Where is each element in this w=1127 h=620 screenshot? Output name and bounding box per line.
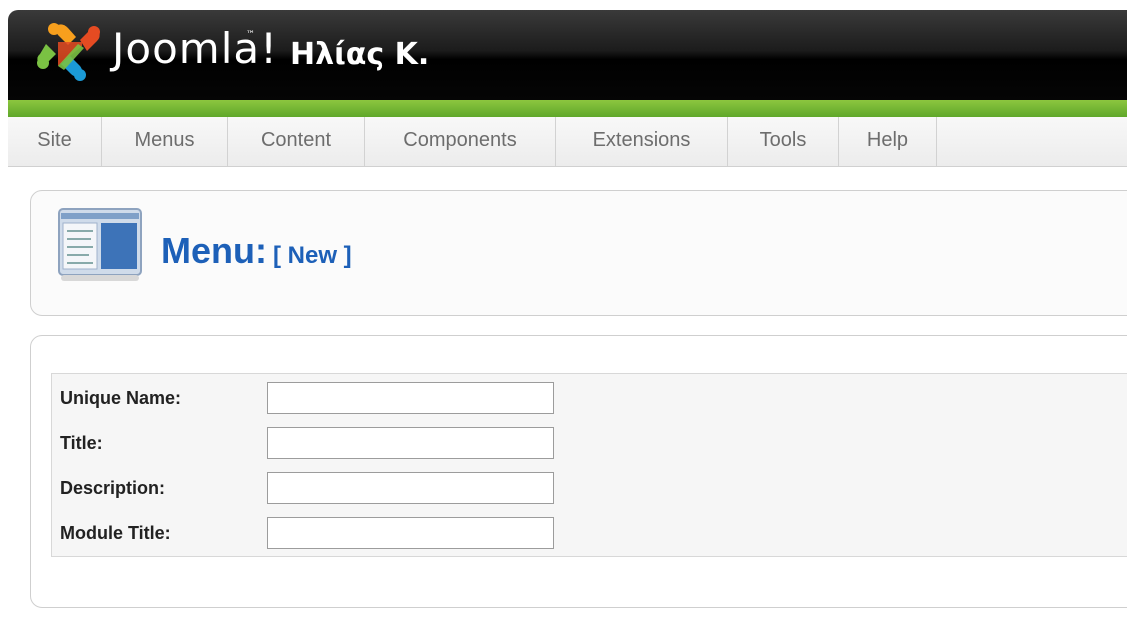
menu-components[interactable]: Components (365, 117, 556, 166)
title-label: Title: (60, 433, 103, 453)
form-row-module-title: Module Title: (52, 515, 1127, 551)
admin-header: Joomla! ™ Ηλίας Κ. (8, 10, 1127, 100)
toolbar-panel: Menu:[ New ] (30, 190, 1127, 316)
description-input[interactable] (267, 472, 554, 504)
main-menubar: Site Menus Content Components Extensions… (8, 117, 1127, 167)
joomla-logo-icon (37, 23, 100, 81)
module-title-label: Module Title: (60, 523, 171, 543)
unique-name-input[interactable] (267, 382, 554, 414)
content-panel: Unique Name: Title: Description: Module … (30, 335, 1127, 608)
menu-tools[interactable]: Tools (728, 117, 839, 166)
menu-site[interactable]: Site (8, 117, 102, 166)
menu-extensions[interactable]: Extensions (556, 117, 728, 166)
module-title-input[interactable] (267, 517, 554, 549)
menu-help[interactable]: Help (839, 117, 937, 166)
header-accent-bar (8, 100, 1127, 117)
menu-manager-icon (58, 208, 142, 281)
page-title: Menu:[ New ] (161, 229, 352, 278)
title-input[interactable] (267, 427, 554, 459)
unique-name-label: Unique Name: (60, 388, 182, 408)
page-title-subtitle: [ New ] (272, 242, 352, 269)
form-row-title: Title: (52, 425, 1127, 461)
menu-menus[interactable]: Menus (102, 117, 228, 166)
menu-content[interactable]: Content (228, 117, 365, 166)
trademark-symbol: ™ (246, 30, 255, 40)
page-title-text: Menu: (161, 230, 267, 271)
form-row-unique-name: Unique Name: (52, 380, 1127, 416)
site-name: Ηλίας Κ. (290, 37, 430, 72)
description-label: Description: (60, 478, 166, 498)
menu-details-form: Unique Name: Title: Description: Module … (51, 373, 1127, 557)
form-row-description: Description: (52, 470, 1127, 506)
